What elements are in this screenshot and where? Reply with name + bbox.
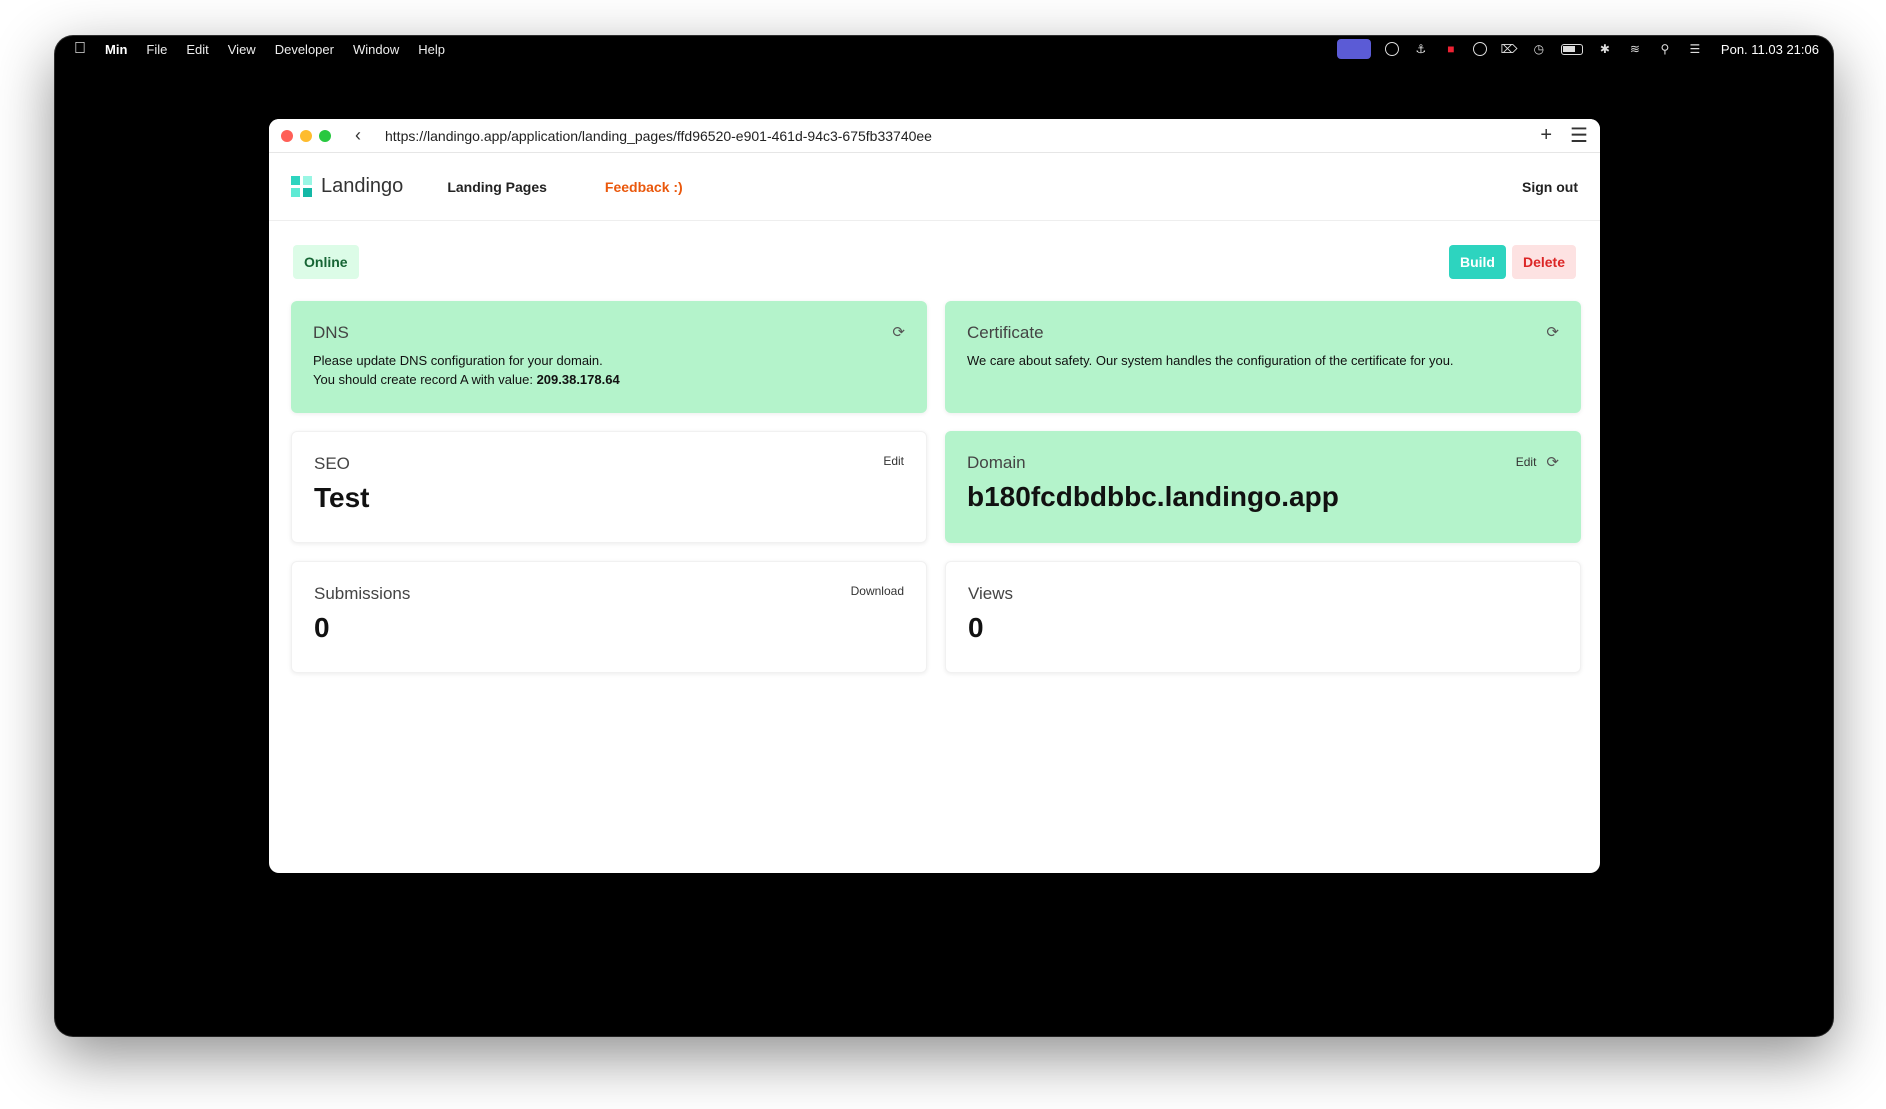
views-title: Views bbox=[968, 584, 1014, 603]
domain-edit-link[interactable]: Edit bbox=[1516, 455, 1537, 469]
time-machine-icon[interactable]: ◷ bbox=[1531, 42, 1547, 56]
dns-title: DNS bbox=[313, 323, 349, 342]
build-button[interactable]: Build bbox=[1448, 245, 1506, 279]
dns-ip-value: 209.38.178.64 bbox=[536, 372, 620, 387]
menu-edit[interactable]: Edit bbox=[186, 42, 208, 57]
menu-file[interactable]: File bbox=[146, 42, 167, 57]
battery-icon[interactable] bbox=[1560, 43, 1583, 55]
control-center-icon[interactable]: ☰ bbox=[1687, 42, 1703, 56]
hamburger-menu-icon[interactable]: ☰ bbox=[1570, 123, 1588, 148]
dns-card: ⟳ DNS Please update DNS configuration fo… bbox=[291, 301, 927, 413]
nav-landing-pages[interactable]: Landing Pages bbox=[447, 179, 547, 195]
cards-grid: ⟳ DNS Please update DNS configuration fo… bbox=[291, 301, 1581, 673]
window-controls bbox=[281, 129, 331, 142]
seo-edit-link[interactable]: Edit bbox=[883, 454, 904, 468]
zoom-window-button[interactable] bbox=[319, 129, 331, 142]
screen-mirror-icon[interactable] bbox=[1336, 39, 1371, 59]
page-content: Online Build Delete ⟳ DNS Please update … bbox=[269, 221, 1600, 697]
domain-card: Edit ⟳ Domain b180fcdbdbbc.landingo.app bbox=[945, 431, 1581, 543]
views-card: Views 0 bbox=[945, 561, 1581, 673]
dns-line2: You should create record A with value: 2… bbox=[313, 370, 905, 389]
menu-view[interactable]: View bbox=[228, 42, 256, 57]
spotlight-search-icon[interactable]: ⚲ bbox=[1657, 42, 1673, 56]
dns-text: Please update DNS configuration for your… bbox=[313, 351, 905, 389]
wifi-icon[interactable]: ≋ bbox=[1627, 42, 1643, 56]
logo-text: Landingo bbox=[321, 175, 404, 197]
minimize-window-button[interactable] bbox=[300, 129, 312, 142]
back-arrow-icon[interactable]: ‹ bbox=[355, 125, 369, 146]
macos-menubar:  Min File Edit View Developer Window He… bbox=[55, 36, 1833, 62]
record-icon[interactable] bbox=[1384, 42, 1399, 56]
seo-title: SEO bbox=[314, 454, 350, 473]
docker-icon[interactable]: ⚓ bbox=[1413, 42, 1429, 56]
browser-window: ‹ https://landingo.app/application/landi… bbox=[269, 119, 1600, 873]
address-bar[interactable]: https://landingo.app/application/landing… bbox=[385, 128, 1522, 144]
submissions-card: Download Submissions 0 bbox=[291, 561, 927, 673]
landingo-logo[interactable]: Landingo bbox=[291, 175, 403, 198]
status-tray: ⚓ ■ ⌦ ◷ ✱ ≋ ⚲ ☰ Pon. 11.03 21:06 bbox=[1336, 39, 1819, 59]
menu-window[interactable]: Window bbox=[353, 42, 399, 57]
logo-mark-icon bbox=[291, 175, 313, 198]
close-window-button[interactable] bbox=[281, 129, 293, 142]
dns-refresh-icon[interactable]: ⟳ bbox=[892, 323, 905, 341]
domain-refresh-icon[interactable]: ⟳ bbox=[1546, 453, 1559, 471]
seo-value: Test bbox=[314, 482, 370, 513]
menu-developer[interactable]: Developer bbox=[275, 42, 334, 57]
desktop-screen:  Min File Edit View Developer Window He… bbox=[55, 36, 1833, 1036]
dns-line2-prefix: You should create record A with value: bbox=[313, 372, 537, 387]
certificate-refresh-icon[interactable]: ⟳ bbox=[1546, 323, 1559, 341]
domain-title: Domain bbox=[967, 453, 1026, 472]
certificate-text: We care about safety. Our system handles… bbox=[967, 353, 1454, 368]
browser-titlebar: ‹ https://landingo.app/application/landi… bbox=[269, 119, 1600, 153]
menu-app-name[interactable]: Min bbox=[105, 42, 127, 57]
menubar-clock[interactable]: Pon. 11.03 21:06 bbox=[1721, 42, 1819, 57]
certificate-card: ⟳ Certificate We care about safety. Our … bbox=[945, 301, 1581, 413]
menu-help[interactable]: Help bbox=[418, 42, 445, 57]
domain-value[interactable]: b180fcdbdbbc.landingo.app bbox=[967, 481, 1559, 513]
views-value: 0 bbox=[968, 612, 984, 643]
status-badge: Online bbox=[293, 245, 359, 279]
submissions-download-link[interactable]: Download bbox=[851, 584, 904, 598]
delete-button[interactable]: Delete bbox=[1511, 245, 1576, 279]
sign-out-link[interactable]: Sign out bbox=[1522, 179, 1578, 195]
nav-feedback[interactable]: Feedback :) bbox=[605, 179, 683, 195]
status-row: Online Build Delete bbox=[291, 245, 1578, 279]
apple-icon[interactable]:  bbox=[73, 40, 87, 58]
lock-icon[interactable]: ■ bbox=[1443, 42, 1459, 56]
app-navbar: Landingo Landing Pages Feedback :) Sign … bbox=[269, 153, 1600, 221]
password-manager-icon[interactable] bbox=[1472, 42, 1487, 56]
submissions-title: Submissions bbox=[314, 584, 411, 603]
submissions-value: 0 bbox=[314, 612, 330, 643]
seo-card: Edit SEO Test bbox=[291, 431, 927, 543]
certificate-title: Certificate bbox=[967, 323, 1044, 342]
paperclip-icon[interactable]: ⌦ bbox=[1500, 42, 1517, 56]
new-tab-plus-icon[interactable]: + bbox=[1540, 124, 1552, 147]
bluetooth-icon[interactable]: ✱ bbox=[1597, 42, 1613, 56]
dns-line1: Please update DNS configuration for your… bbox=[313, 353, 603, 368]
